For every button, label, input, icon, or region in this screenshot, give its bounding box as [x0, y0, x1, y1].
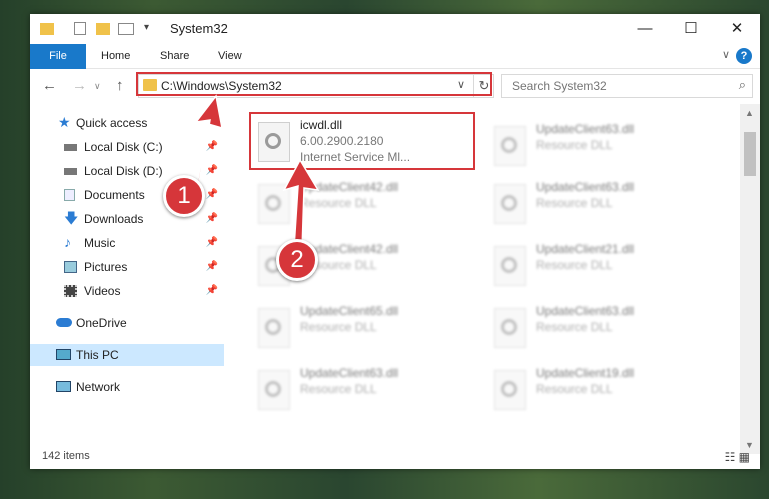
callout-badge-2: 2	[276, 239, 318, 281]
tutorial-arrows	[194, 94, 320, 251]
arrow-to-file	[282, 158, 320, 251]
arrow-to-address-bar	[194, 94, 223, 193]
callout-badge-1: 1	[163, 175, 205, 217]
